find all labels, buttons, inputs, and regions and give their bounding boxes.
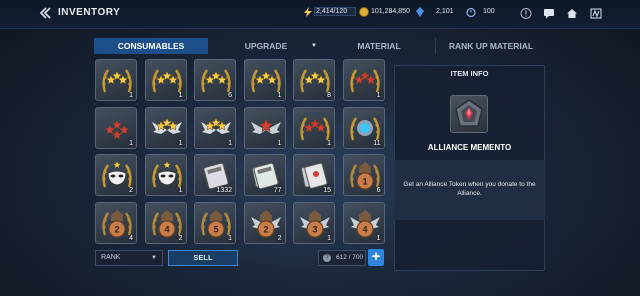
inventory-slot[interactable]: 15 — [293, 154, 335, 196]
inventory-slot[interactable]: 24 — [95, 201, 137, 244]
item-description: Get an Alliance Token when you donate to… — [403, 181, 536, 197]
inventory-slot[interactable]: 1 — [144, 106, 187, 149]
item-count: 1 — [376, 234, 381, 242]
page-title: INVENTORY — [58, 7, 121, 18]
svg-text:4: 4 — [164, 224, 169, 234]
inventory-slot[interactable]: 11 — [342, 106, 385, 149]
gold-coin-icon — [359, 7, 369, 17]
item-count: 2 — [129, 187, 133, 194]
capacity-value: 612 / 700 — [336, 254, 364, 261]
menu-icon[interactable] — [590, 8, 602, 19]
item-count: 1 — [178, 187, 183, 194]
sell-button[interactable]: SELL — [168, 250, 238, 266]
help-icon[interactable]: ? — [323, 254, 331, 262]
svg-text:5: 5 — [213, 224, 218, 234]
inventory-slot[interactable]: 1 — [144, 154, 187, 196]
inventory-slot[interactable]: 51 — [194, 201, 236, 244]
tab-material[interactable]: MATERIAL — [324, 38, 434, 54]
item-count: 15 — [323, 187, 331, 194]
back-arrow-icon[interactable] — [38, 6, 52, 20]
tab-rank-up-material[interactable]: RANK UP MATERIAL — [435, 38, 546, 54]
svg-text:3: 3 — [312, 224, 317, 234]
svg-text:4: 4 — [362, 224, 367, 234]
inventory-slot[interactable]: 77 — [243, 154, 286, 196]
tab-bar: CONSUMABLES UPGRADE ▼ MATERIAL RANK UP M… — [94, 38, 545, 54]
inventory-slot[interactable]: 1 — [293, 106, 335, 149]
timer-value: 100 — [483, 8, 495, 15]
expand-inventory-button[interactable]: + — [368, 249, 384, 266]
item-count: 1 — [129, 92, 133, 99]
chat-icon[interactable] — [543, 8, 555, 19]
item-info-title: ITEM INFO — [450, 69, 489, 78]
svg-text:2: 2 — [114, 224, 119, 234]
inventory-slot[interactable]: 1 — [95, 106, 137, 149]
item-count: 1 — [327, 139, 331, 147]
sort-dropdown[interactable]: RANK ▼ — [95, 250, 163, 266]
inventory-slot[interactable]: 16 — [342, 154, 385, 196]
item-count: 8 — [327, 92, 331, 99]
item-count: 1 — [327, 234, 331, 242]
item-count: 1 — [228, 139, 232, 147]
item-count: 2 — [178, 234, 183, 242]
sort-label: RANK — [101, 254, 121, 261]
inventory-slot[interactable]: 1 — [144, 59, 187, 101]
item-count: 4 — [129, 234, 133, 242]
inventory-capacity: ? 612 / 700 — [318, 250, 366, 266]
item-name: ALLIANCE MEMENTO — [427, 143, 512, 152]
item-count: 2 — [277, 234, 282, 242]
tab-upgrade[interactable]: UPGRADE ▼ — [209, 38, 323, 54]
item-count: 1 — [178, 92, 183, 99]
item-count: 77 — [273, 187, 282, 194]
dropdown-icon: ▼ — [311, 43, 317, 49]
item-count: 1 — [277, 92, 282, 99]
alert-icon[interactable] — [520, 8, 532, 19]
inventory-slot[interactable]: 1 — [243, 59, 286, 101]
item-count: 1 — [376, 92, 381, 99]
svg-text:2: 2 — [263, 224, 268, 234]
inventory-slot[interactable]: 1 — [342, 59, 385, 101]
inventory-slot[interactable]: 1 — [243, 106, 286, 149]
item-count: 1 — [277, 139, 282, 147]
crystal-icon — [416, 7, 424, 17]
tab-upgrade-label: UPGRADE — [244, 41, 288, 51]
item-count: 1 — [178, 139, 183, 147]
inventory-slot[interactable]: 8 — [293, 59, 335, 101]
inventory-slot[interactable]: 22 — [243, 201, 286, 244]
chevron-down-icon: ▼ — [151, 255, 157, 261]
home-icon[interactable] — [566, 8, 578, 19]
item-count: 1 — [228, 234, 232, 242]
svg-text:1: 1 — [362, 177, 367, 187]
inventory-slot[interactable]: 41 — [342, 201, 385, 244]
inventory-slot[interactable]: 1 — [194, 106, 236, 149]
tab-consumables[interactable]: CONSUMABLES — [94, 38, 208, 54]
item-count: 6 — [376, 187, 381, 194]
item-count: 11 — [373, 139, 381, 147]
lightning-icon — [304, 7, 312, 17]
inventory-slot[interactable]: 42 — [144, 201, 187, 244]
item-count: 1332 — [216, 187, 232, 194]
gold-value: 101,284,850 — [371, 8, 410, 15]
stopwatch-icon — [466, 7, 476, 17]
inventory-slot[interactable]: 1332 — [194, 154, 236, 196]
inventory-slot[interactable]: 2 — [95, 154, 137, 196]
inventory-slot[interactable]: 31 — [293, 201, 335, 244]
item-count: 6 — [228, 92, 232, 99]
item-count: 1 — [129, 139, 133, 147]
crystal-value: 2,101 — [436, 8, 454, 15]
alliance-memento-icon — [450, 95, 488, 133]
energy-value: 2,414/120 — [316, 8, 348, 15]
inventory-slot[interactable]: 6 — [194, 59, 236, 101]
inventory-slot[interactable]: 1 — [95, 59, 137, 101]
